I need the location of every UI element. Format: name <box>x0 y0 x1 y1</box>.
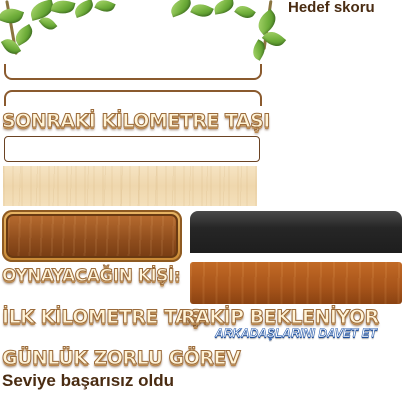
opponent-label: OYNAYACAĞIN KİŞİ: <box>1 266 181 287</box>
brown-panel <box>190 262 402 304</box>
first-milestone-title: İLK KİLOMETRE TAŞI <box>2 306 210 329</box>
light-wood-panel <box>3 166 257 206</box>
invite-friends-link[interactable]: ARKADAŞLARINI DAVET ET <box>215 326 377 341</box>
vine-decoration-right <box>168 0 288 61</box>
wood-button[interactable] <box>2 210 182 262</box>
wood-button-face <box>6 214 178 258</box>
vine-decoration-left <box>0 0 130 60</box>
daily-challenge-title: GÜNLÜK ZORLU GÖREV <box>1 347 241 370</box>
dark-panel <box>190 211 402 253</box>
milestone-input-box[interactable] <box>4 136 260 162</box>
next-milestone-title: SONRAKİ KİLOMETRE TAŞI <box>2 110 271 133</box>
target-score-label: Hedef skoru <box>288 0 375 16</box>
awaiting-opponent-text: RAKİP BEKLENİYOR <box>181 306 380 329</box>
frame-bottom-edge <box>4 64 262 80</box>
level-failed-status: Seviye başarısız oldu <box>2 371 174 390</box>
frame-top-edge <box>4 90 262 106</box>
